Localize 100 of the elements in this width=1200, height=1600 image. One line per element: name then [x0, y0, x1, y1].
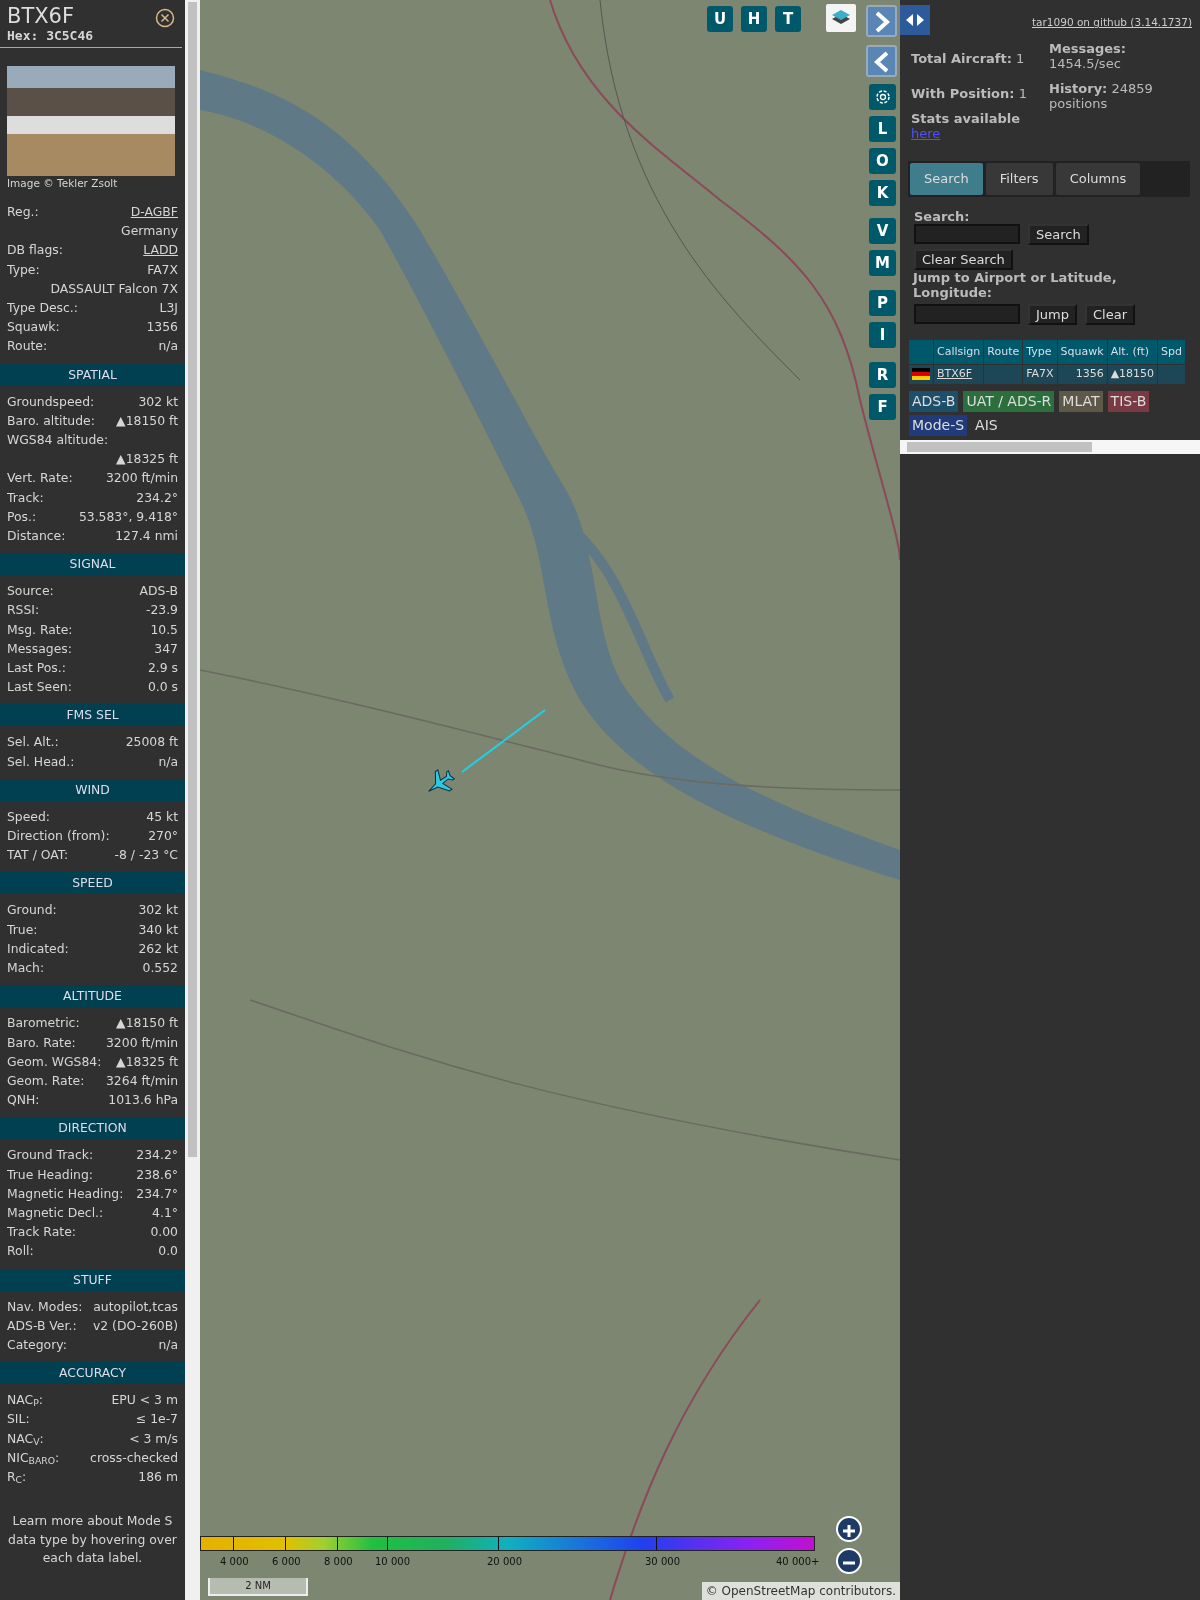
map-toggle-button[interactable]: U [707, 6, 733, 32]
close-icon[interactable] [155, 8, 175, 28]
field-value: 234.7° [136, 1184, 178, 1203]
field-label: Type Desc.: [7, 299, 78, 317]
help-text: Learn more about Mode S data type by hovering over each data label. [7, 1512, 178, 1568]
field-label: Track: [7, 488, 44, 507]
settings-button[interactable] [869, 84, 896, 110]
field-value: 1356 [146, 318, 178, 337]
map-toggle-button[interactable]: K [869, 180, 896, 206]
field-label: Baro. altitude: [7, 411, 95, 430]
table-header[interactable]: Route [984, 339, 1023, 364]
field-value: < 3 m/s [129, 1429, 178, 1448]
map-toggle-button[interactable]: M [869, 250, 896, 276]
field-label: Indicated: [7, 939, 69, 958]
legend-label: 40 000+ [776, 1555, 820, 1569]
source-legend-item: Mode-S [909, 414, 968, 436]
map-toggle-button[interactable]: R [869, 362, 896, 388]
collapse-button[interactable] [866, 45, 897, 77]
search-field[interactable] [914, 224, 1020, 244]
table-header[interactable]: Callsign [934, 339, 984, 364]
map-toggle-button[interactable]: V [869, 218, 896, 244]
map-toggle-button[interactable]: O [869, 148, 896, 174]
clear-button[interactable]: Clear [1085, 303, 1135, 325]
field-label: Direction (from): [7, 827, 110, 846]
field-value: n/a [158, 752, 178, 771]
field-label: Ground: [7, 901, 57, 920]
field-value: 347 [154, 639, 178, 658]
field-label: True Heading: [7, 1165, 93, 1184]
source-legend-item: UAT / ADS-R [963, 390, 1055, 412]
expand-button[interactable] [866, 5, 897, 37]
field-label: R$_{C}$: [7, 1467, 27, 1487]
field-label: Nav. Modes: [7, 1297, 83, 1316]
field-label: SIL: [7, 1410, 30, 1429]
stat-text: Total Aircraft: 1 [911, 51, 1026, 66]
github-link[interactable]: tar1090 on github (3.14.1737) [1032, 15, 1192, 31]
table-header[interactable]: Type [1023, 339, 1057, 364]
section-header: FMS SEL [0, 704, 185, 727]
field-value: 238.6° [136, 1165, 178, 1184]
table-header[interactable]: Squawk [1057, 339, 1107, 364]
field-label: Roll: [7, 1242, 34, 1261]
chevron-left-icon [873, 50, 890, 73]
search-button[interactable]: Search [1028, 223, 1089, 245]
legend-label: 20 000 [487, 1555, 522, 1569]
map-toggle-button[interactable]: F [869, 394, 896, 420]
field-value: 3264 ft/min [106, 1071, 178, 1090]
field-value: 25008 ft [125, 733, 178, 752]
zoom-out-button[interactable] [836, 1548, 862, 1574]
table-header[interactable]: Alt. (ft) [1107, 339, 1158, 364]
section-header: STUFF [0, 1268, 185, 1291]
field-label: DB flags: [7, 241, 63, 260]
field-value: 186 m [138, 1467, 178, 1486]
field-value: 0.00 [150, 1223, 178, 1242]
map-toggle-button[interactable]: P [869, 290, 896, 316]
map-toggle-button[interactable]: I [869, 322, 896, 348]
section-header: ALTITUDE [0, 985, 185, 1008]
field-value: 0.0 s [147, 678, 178, 697]
field-value: 53.583°, 9.418° [78, 507, 178, 526]
field-value: 262 kt [138, 939, 178, 958]
legend-label: 8 000 [324, 1555, 353, 1569]
field-label: Messages: [7, 639, 72, 658]
chevron-right-icon [873, 10, 890, 33]
field-value: 3200 ft/min [106, 1033, 178, 1052]
scrollbar[interactable] [185, 0, 200, 1600]
map-toggle-button[interactable]: T [775, 6, 801, 32]
map-toggle-button[interactable]: H [741, 6, 767, 32]
field-label: Sel. Alt.: [7, 733, 59, 752]
legend-label: 10 000 [375, 1555, 410, 1569]
tab[interactable]: Search [910, 163, 983, 195]
aircraft-row[interactable]: BTX6F FA7X 1356 ▲18150 [909, 365, 1186, 384]
tab[interactable]: Columns [1055, 163, 1141, 195]
zoom-in-button[interactable] [836, 1516, 862, 1542]
map-attribution: © OpenStreetMap contributors. [701, 1582, 900, 1600]
registry-link[interactable]: D-AGBF [130, 202, 178, 222]
field-label: RSSI: [7, 601, 40, 620]
field-label: Sel. Head.: [7, 752, 75, 771]
registry-link[interactable]: LADD [143, 240, 178, 260]
layers-icon [831, 9, 851, 27]
field-value: 1013.6 hPa [108, 1091, 178, 1110]
field-label: Vert. Rate: [7, 469, 73, 488]
tab[interactable]: Filters [985, 163, 1053, 195]
field-value: 302 kt [138, 901, 178, 920]
table-header[interactable]: Spd [1158, 339, 1186, 364]
layers-button[interactable] [826, 4, 856, 32]
field-label: Magnetic Decl.: [7, 1203, 104, 1222]
map-toggle-button[interactable]: L [869, 116, 896, 142]
jump-field[interactable] [914, 304, 1020, 324]
clear-search-button[interactable]: Clear Search [914, 248, 1013, 270]
field-label: Last Pos.: [7, 659, 66, 678]
settings-icon [873, 88, 892, 106]
airplane-icon[interactable] [428, 769, 455, 792]
field-label: Distance: [7, 527, 66, 546]
field-value: 127.4 nmi [115, 527, 178, 546]
section-header: WIND [0, 778, 185, 801]
field-label: Geom. Rate: [7, 1071, 85, 1090]
jump-button[interactable]: Jump [1028, 303, 1077, 325]
field-label: Ground Track: [7, 1146, 94, 1165]
sidebar-toggle-button[interactable] [900, 5, 930, 35]
scrollbar[interactable] [900, 439, 1200, 454]
legend-label: 30 000 [645, 1555, 680, 1569]
field-value: DASSAULT Falcon 7X [50, 279, 178, 298]
